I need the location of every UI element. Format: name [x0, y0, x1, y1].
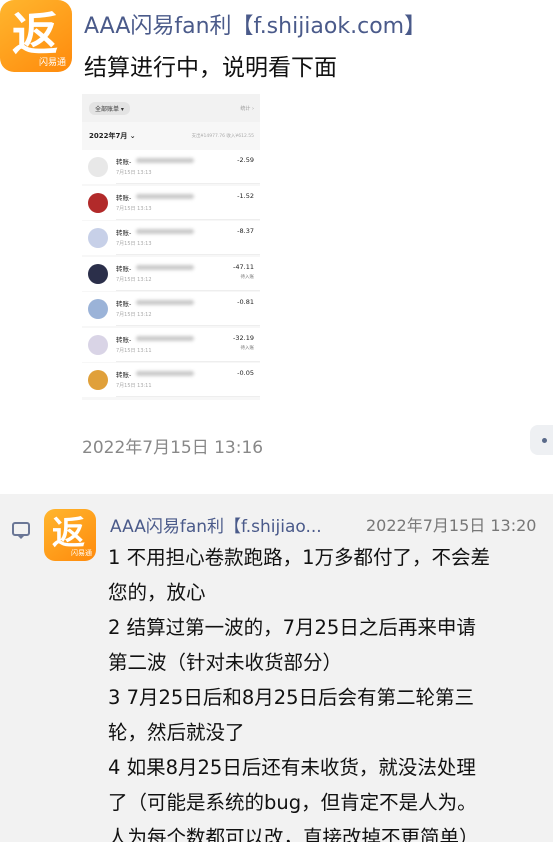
transaction-status: 待入账 — [240, 345, 255, 351]
quoted-line: 1 不用担心卷款跑路，1万多都付了，不会差 — [108, 546, 491, 569]
row-divider — [116, 183, 260, 184]
comment-icon[interactable] — [12, 522, 30, 539]
transaction-avatar — [88, 334, 108, 355]
transaction-avatar — [88, 228, 108, 248]
transaction-title: 转账- — [116, 229, 132, 237]
quoted-sender-name[interactable]: AAA闪易fan利【f.shijiao... — [110, 512, 322, 537]
transaction-row: 转账- 7月15日 13:12 -47.11 待入账 — [82, 256, 260, 291]
sender-avatar[interactable]: 返 闪易通 — [0, 0, 72, 72]
transaction-amount: -2.59 — [237, 156, 254, 164]
blurred-recipient — [136, 335, 194, 341]
row-divider — [116, 325, 260, 326]
transaction-title: 转账- — [116, 158, 132, 166]
transaction-amount: -1.52 — [237, 191, 254, 200]
more-options-button[interactable] — [530, 425, 553, 455]
message-timestamp: 2022年7月15日 13:16 — [82, 438, 264, 458]
transaction-date: 7月15日 13:11 — [116, 347, 152, 354]
transaction-avatar — [88, 192, 108, 213]
row-divider — [116, 360, 260, 362]
transaction-title: 转账- — [116, 335, 132, 344]
transaction-date: 7月15日 13:13 — [116, 205, 152, 212]
transaction-amount: -47.11 — [233, 262, 254, 271]
transaction-row: 转账- 7月15日 13:11 -32.19 待入账 — [82, 327, 260, 362]
transaction-avatar — [88, 370, 108, 390]
row-divider — [116, 396, 260, 397]
quoted-line: 第二波（针对未收货部分） — [108, 651, 343, 674]
quoted-line: 人为每个数都可以改，直接改掉不更简单） — [108, 826, 479, 842]
row-divider — [116, 254, 260, 255]
quoted-avatar-glyph: 返 — [52, 513, 85, 552]
attached-screenshot[interactable]: 全部账单 ▾ 统计 › 2022年7月 ⌄ 支出¥14977.76 收入¥612… — [82, 94, 260, 400]
transaction-date: 7月15日 13:11 — [116, 383, 152, 389]
transaction-avatar — [88, 299, 108, 319]
transaction-date: 7月15日 13:12 — [116, 312, 152, 318]
blurred-recipient — [136, 371, 194, 376]
blurred-recipient — [136, 264, 194, 270]
transaction-avatar — [88, 263, 108, 284]
quoted-sender-avatar[interactable]: 返 闪易通 — [44, 509, 96, 561]
screenshot-filter: 全部账单 ▾ — [89, 102, 130, 115]
sender-name[interactable]: AAA闪易fan利【f.shijiaok.com】 — [84, 8, 426, 40]
transaction-title: 转账- — [116, 300, 132, 308]
quoted-line: 3 7月25日后和8月25日后会有第二轮第三 — [108, 686, 475, 709]
transaction-date: 7月15日 13:13 — [116, 241, 152, 247]
blurred-recipient — [136, 300, 194, 305]
transaction-amount: -0.81 — [237, 298, 254, 306]
row-divider — [116, 289, 260, 291]
transaction-status: 待入账 — [240, 274, 255, 280]
transaction-avatar — [88, 157, 108, 177]
transaction-row: 转账- 7月15日 13:11 -0.05 — [82, 363, 260, 397]
transaction-row: 转账- 7月15日 13:13 -8.37 — [82, 221, 260, 255]
quoted-line: 2 结算过第一波的，7月25日之后再来申请 — [108, 616, 476, 639]
avatar-sub-label: 闪易通 — [38, 58, 66, 68]
transaction-row: 转账- 7月15日 13:13 -1.52 — [82, 185, 260, 220]
screenshot-summary: 支出¥14977.76 收入¥612.55 — [191, 134, 254, 139]
quoted-line: 4 如果8月25日后还有未收货，就没法处理 — [108, 756, 476, 779]
message-text: 结算进行中，说明看下面 — [84, 55, 337, 81]
blurred-recipient — [136, 158, 194, 163]
transaction-amount: -0.05 — [237, 369, 254, 377]
blurred-recipient — [136, 229, 194, 234]
quoted-line: 了（可能是系统的bug，但肯定不是人为。 — [108, 791, 477, 814]
blurred-recipient — [136, 193, 194, 199]
transaction-title: 转账- — [116, 264, 132, 273]
screenshot-stats-link: 统计 › — [240, 106, 254, 112]
quoted-line: 轮，然后就没了 — [108, 721, 245, 744]
more-dot-icon — [542, 438, 547, 443]
quoted-line: 您的，放心 — [108, 581, 206, 604]
transaction-amount: -32.19 — [233, 333, 254, 342]
quoted-timestamp: 2022年7月15日 13:20 — [366, 516, 537, 535]
transaction-amount: -8.37 — [237, 227, 254, 235]
transaction-date: 7月15日 13:13 — [116, 170, 152, 176]
quoted-avatar-sub-label: 闪易通 — [71, 549, 92, 557]
transaction-title: 转账- — [116, 371, 132, 379]
screenshot-filter-bar: 全部账单 ▾ 统计 › — [82, 94, 260, 122]
transaction-date: 7月15日 13:12 — [116, 276, 152, 283]
screenshot-month: 2022年7月 ⌄ — [89, 132, 136, 140]
transaction-title: 转账- — [116, 193, 132, 202]
avatar-glyph: 返 — [12, 7, 58, 61]
transaction-row: 转账- 7月15日 13:12 -0.81 — [82, 292, 260, 326]
quoted-message-text: 1 不用担心卷款跑路，1万多都付了，不会差 您的，放心 2 结算过第一波的，7月… — [108, 540, 553, 842]
transaction-row: 转账- 7月15日 13:13 -2.59 — [82, 150, 260, 184]
row-divider — [116, 218, 260, 220]
